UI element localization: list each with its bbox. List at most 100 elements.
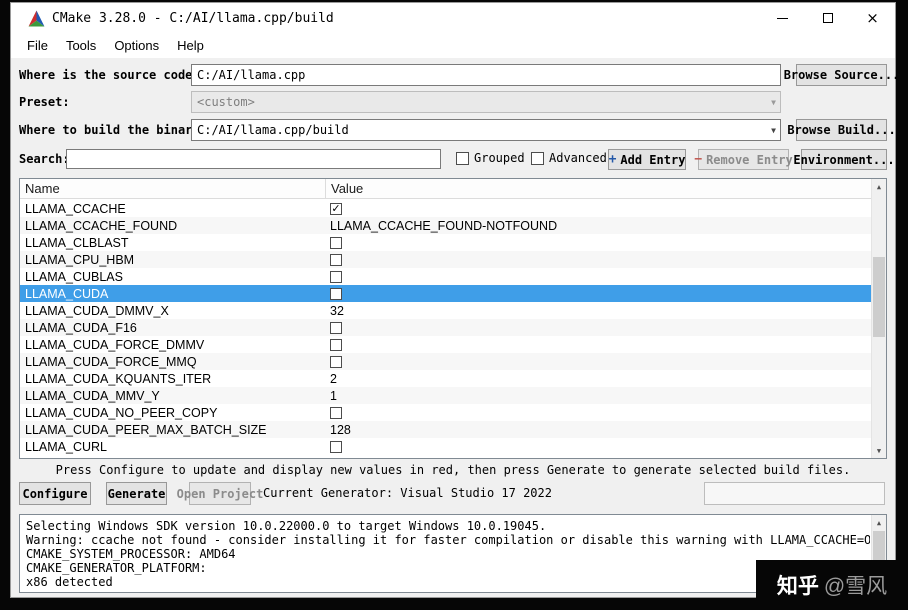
minus-icon: − [694, 152, 703, 167]
checkbox-checked[interactable]: ✓ [330, 202, 342, 215]
cache-entry-value[interactable] [326, 253, 871, 266]
table-row[interactable]: LLAMA_CUDA_NO_PEER_COPY [20, 404, 871, 421]
menu-item-options[interactable]: Options [105, 36, 168, 55]
cache-table-body: LLAMA_CCACHE ✓ LLAMA_CCACHE_FOUND LLAMA_CCA… [20, 200, 871, 458]
output-log: Selecting Windows SDK version 10.0.22000… [20, 515, 870, 592]
grouped-checkbox-group[interactable]: Grouped [456, 151, 525, 165]
cache-entry-name: LLAMA_CUDA_F16 [25, 320, 137, 335]
cache-entry-value[interactable]: LLAMA_CCACHE_FOUND-NOTFOUND [326, 219, 871, 233]
cache-entry-value[interactable] [326, 321, 871, 334]
cache-entry-name: LLAMA_CLBLAST [25, 235, 129, 250]
advanced-checkbox[interactable] [531, 151, 544, 165]
checkbox-unchecked[interactable] [330, 321, 342, 334]
checkbox-unchecked[interactable] [330, 287, 342, 300]
table-scrollbar[interactable]: ▲ ▼ [871, 179, 886, 458]
cache-entry-value[interactable]: 32 [326, 304, 871, 318]
menu-item-help[interactable]: Help [168, 36, 213, 55]
cmake-window: CMake 3.28.0 - C:/AI/llama.cpp/build × F… [10, 2, 899, 598]
cache-entry-value[interactable] [326, 355, 871, 368]
checkbox-unchecked[interactable] [330, 270, 342, 283]
remove-entry-label: Remove Entry [706, 152, 793, 167]
maximize-icon [822, 13, 833, 23]
environment-button[interactable]: Environment... [793, 149, 895, 170]
advanced-checkbox-group[interactable]: Advanced [531, 151, 607, 165]
cache-entry-name: LLAMA_CPU_HBM [25, 252, 135, 267]
configure-button[interactable]: Configure [19, 482, 91, 505]
search-input[interactable] [66, 149, 441, 169]
cache-entry-value[interactable]: 1 [326, 389, 871, 403]
cache-entry-value[interactable] [326, 406, 871, 419]
table-row[interactable]: LLAMA_CUBLAS [20, 268, 871, 285]
watermark-handle: @雪风 [823, 575, 888, 598]
table-row[interactable]: LLAMA_CUDA_PEER_MAX_BATCH_SIZE 128 [20, 421, 871, 438]
titlebar[interactable]: CMake 3.28.0 - C:/AI/llama.cpp/build × [11, 3, 895, 33]
menu-item-tools[interactable]: Tools [57, 36, 105, 55]
checkbox-unchecked[interactable] [330, 236, 342, 249]
checkbox-unchecked[interactable] [330, 355, 342, 368]
source-code-input[interactable] [191, 64, 781, 86]
menu-item-file[interactable]: File [18, 36, 57, 55]
cache-entry-name: LLAMA_CUDA_MMV_Y [25, 388, 160, 403]
cache-entry-name: LLAMA_CUDA_FORCE_MMQ [25, 354, 197, 369]
scrollbar-thumb[interactable] [873, 257, 885, 337]
output-line: x86 detected [26, 575, 113, 589]
output-line: Selecting Windows SDK version 10.0.22000… [26, 519, 547, 533]
table-row[interactable]: LLAMA_CUDA_DMMV_X 32 [20, 302, 871, 319]
table-row[interactable]: LLAMA_CURL [20, 438, 871, 455]
cache-entry-value[interactable]: ✓ [326, 202, 871, 215]
cache-entry-name: LLAMA_CUDA_PEER_MAX_BATCH_SIZE [25, 422, 267, 437]
cache-entry-name: LLAMA_CUDA_NO_PEER_COPY [25, 405, 218, 420]
table-row[interactable]: LLAMA_CLBLAST [20, 234, 871, 251]
cache-entry-value[interactable] [326, 440, 871, 453]
table-row[interactable]: LLAMA_CCACHE_FOUND LLAMA_CCACHE_FOUND-NOT… [20, 217, 871, 234]
remove-entry-button[interactable]: − Remove Entry [694, 149, 793, 170]
grouped-label: Grouped [474, 151, 525, 165]
generate-button[interactable]: Generate [106, 482, 167, 505]
cache-entry-value[interactable]: 2 [326, 372, 871, 386]
scroll-up-icon[interactable]: ▲ [872, 179, 886, 194]
table-row[interactable]: LLAMA_CUDA_FORCE_MMQ [20, 353, 871, 370]
close-button[interactable]: × [850, 3, 895, 33]
table-row[interactable]: LLAMA_CCACHE ✓ [20, 200, 871, 217]
browse-source-button[interactable]: Browse Source... [784, 64, 899, 86]
scroll-up-icon[interactable]: ▲ [872, 515, 886, 530]
minimize-icon [777, 17, 788, 19]
cache-entry-value[interactable]: 128 [326, 423, 871, 437]
table-row[interactable]: LLAMA_CUDA_FORCE_DMMV [20, 336, 871, 353]
chevron-down-icon: ▼ [771, 125, 776, 135]
column-header-value[interactable]: Value [326, 179, 871, 198]
cache-entry-value[interactable] [326, 287, 871, 300]
table-row[interactable]: LLAMA_CUDA_F16 [20, 319, 871, 336]
preset-dropdown[interactable]: <custom> ▼ [191, 91, 781, 113]
browse-build-button[interactable]: Browse Build... [787, 119, 896, 141]
cache-entry-name: LLAMA_CUDA_DMMV_X [25, 303, 169, 318]
source-code-label: Where is the source code: [19, 68, 200, 82]
cache-entry-value[interactable] [326, 236, 871, 249]
plus-icon: + [608, 152, 617, 167]
add-entry-label: Add Entry [620, 152, 686, 167]
chevron-down-icon: ▼ [771, 97, 776, 107]
scrollbar-thumb[interactable] [873, 531, 885, 561]
checkbox-unchecked[interactable] [330, 406, 342, 419]
checkbox-unchecked[interactable] [330, 338, 342, 351]
actions-bar: Configure Generate Open Project Current … [19, 482, 885, 505]
cache-entry-value[interactable] [326, 338, 871, 351]
build-path-dropdown[interactable]: C:/AI/llama.cpp/build ▼ [191, 119, 781, 141]
table-row[interactable]: LLAMA_CPU_HBM [20, 251, 871, 268]
scroll-down-icon[interactable]: ▼ [872, 443, 886, 458]
open-project-button[interactable]: Open Project [177, 482, 263, 505]
cache-entry-value[interactable] [326, 270, 871, 283]
table-row[interactable]: LLAMA_CUDA [20, 285, 871, 302]
table-row[interactable]: LLAMA_CUDA_MMV_Y 1 [20, 387, 871, 404]
add-entry-button[interactable]: + Add Entry [608, 149, 686, 170]
column-header-name[interactable]: Name [20, 179, 326, 198]
watermark-brand: 知乎 [776, 575, 819, 598]
checkbox-unchecked[interactable] [330, 440, 342, 453]
maximize-button[interactable] [805, 3, 850, 33]
grouped-checkbox[interactable] [456, 151, 469, 165]
checkbox-unchecked[interactable] [330, 253, 342, 266]
hint-text: Press Configure to update and display ne… [55, 463, 851, 477]
minimize-button[interactable] [760, 3, 805, 33]
table-row[interactable]: LLAMA_CUDA_KQUANTS_ITER 2 [20, 370, 871, 387]
search-label: Search: [19, 152, 70, 166]
